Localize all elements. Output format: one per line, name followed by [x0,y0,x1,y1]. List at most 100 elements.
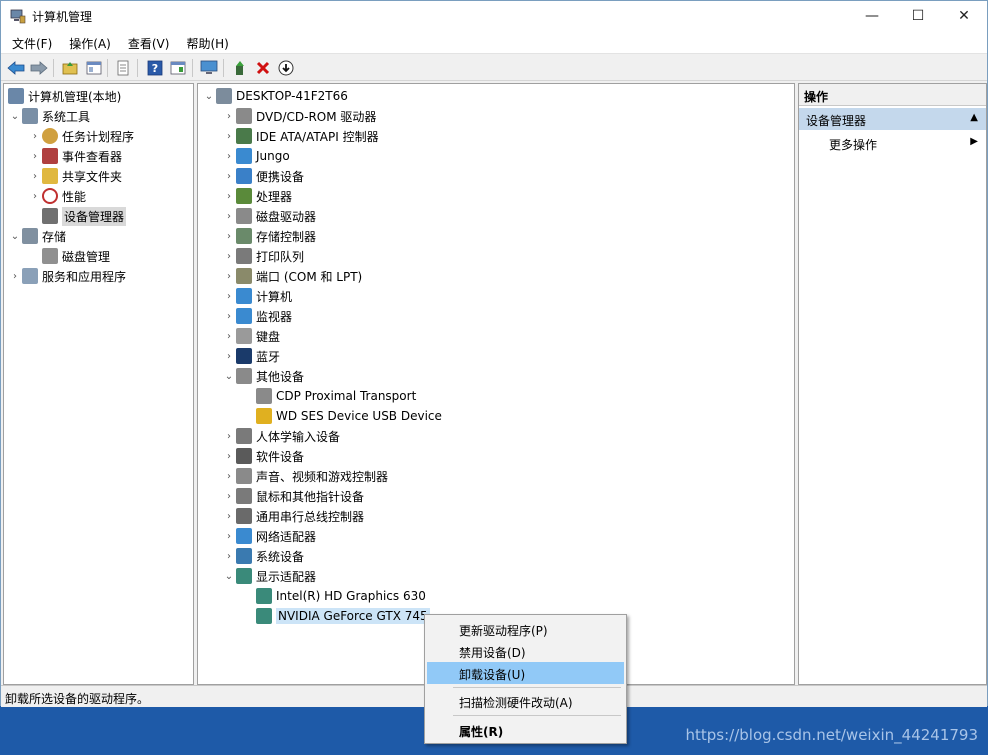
chevron-right-icon[interactable]: › [222,251,236,262]
up-folder-icon[interactable] [60,58,80,78]
device-tree-item[interactable]: Intel(R) HD Graphics 630 [242,586,426,606]
device-tree-item[interactable]: › 蓝牙 [222,346,280,366]
chevron-right-icon[interactable]: › [222,551,236,562]
chevron-right-icon[interactable]: › [222,191,236,202]
device-tree-item[interactable]: › 软件设备 [222,446,304,466]
menu-help[interactable]: 帮助(H) [175,31,234,53]
device-tree-item[interactable]: › 打印队列 [222,246,304,266]
title-bar[interactable]: 计算机管理 — ☐ ✕ [1,1,987,31]
scan-hardware-icon[interactable] [199,58,219,78]
device-tree-item[interactable]: WD SES Device USB Device [242,406,442,426]
actions-section-device-manager[interactable]: 设备管理器 ▲ [799,108,986,130]
device-tree-item-label: WD SES Device USB Device [276,409,442,423]
device-tree-item[interactable]: › Jungo [222,146,290,166]
chevron-right-icon[interactable]: › [222,211,236,222]
printer-icon [236,248,252,264]
device-tree-item[interactable]: ⌄ 显示适配器 [222,566,316,586]
enable-device-icon[interactable] [276,58,296,78]
device-tree-item[interactable]: › IDE ATA/ATAPI 控制器 [222,126,379,146]
context-disable-device[interactable]: 禁用设备(D) [427,640,624,662]
chevron-right-icon[interactable]: › [222,451,236,462]
collapse-up-icon[interactable]: ▲ [970,112,978,123]
device-tree-item[interactable]: ⌄ 其他设备 [222,366,304,386]
context-update-driver[interactable]: 更新驱动程序(P) [427,618,624,640]
more-actions-item[interactable]: 更多操作 ▶ [799,132,986,152]
tree-item-performance[interactable]: › 性能 [28,186,86,206]
device-tree-item[interactable]: › 磁盘驱动器 [222,206,316,226]
device-tree-item[interactable]: › 声音、视频和游戏控制器 [222,466,388,486]
chevron-right-icon[interactable]: › [222,431,236,442]
close-button[interactable]: ✕ [941,1,987,31]
speaker-icon [236,468,252,484]
device-tree-item[interactable]: › 通用串行总线控制器 [222,506,364,526]
device-tree-item[interactable]: NVIDIA GeForce GTX 745 [242,606,430,626]
chevron-right-icon[interactable]: › [8,271,22,282]
uninstall-x-icon[interactable] [253,58,273,78]
device-tree-item[interactable]: › 鼠标和其他指针设备 [222,486,364,506]
chevron-right-icon[interactable]: › [222,491,236,502]
help-icon[interactable]: ? [145,58,165,78]
properties-page-icon[interactable] [113,58,133,78]
action-pane-icon[interactable] [168,58,188,78]
chevron-right-icon[interactable]: › [222,511,236,522]
context-properties[interactable]: 属性(R) [427,719,624,741]
back-arrow-icon[interactable] [6,58,26,78]
device-tree-item[interactable]: ⌄ DESKTOP-41F2T66 [202,86,348,106]
device-tree-item[interactable]: › 人体学输入设备 [222,426,340,446]
device-tree-item[interactable]: › 计算机 [222,286,292,306]
chevron-right-icon[interactable]: › [222,331,236,342]
tree-item-device-manager[interactable]: 设备管理器 [28,206,127,226]
tree-item-disk-management[interactable]: 磁盘管理 [28,246,110,266]
tree-item-computer-management[interactable]: 计算机管理(本地) [8,86,121,106]
chevron-right-icon[interactable]: › [222,131,236,142]
chevron-right-icon[interactable]: › [222,231,236,242]
actions-header: 操作 [799,84,986,106]
chevron-down-icon[interactable]: ⌄ [8,111,22,122]
chevron-right-icon[interactable]: › [28,171,42,182]
chevron-right-icon[interactable]: › [222,151,236,162]
minimize-button[interactable]: — [849,1,895,31]
chevron-right-icon[interactable]: › [222,171,236,182]
tree-item-task-scheduler[interactable]: › 任务计划程序 [28,126,134,146]
update-driver-icon[interactable] [230,58,250,78]
device-tree-item[interactable]: › 键盘 [222,326,280,346]
chevron-right-icon[interactable]: › [222,111,236,122]
chevron-right-icon[interactable]: › [28,131,42,142]
chevron-down-icon[interactable]: ⌄ [222,571,236,582]
menu-file[interactable]: 文件(F) [1,31,58,53]
device-tree-item[interactable]: › DVD/CD-ROM 驱动器 [222,106,376,126]
chevron-right-icon[interactable]: › [222,311,236,322]
tree-item-shared-folders[interactable]: › 共享文件夹 [28,166,122,186]
tree-item-label: 计算机管理(本地) [28,89,122,104]
chevron-right-icon[interactable]: › [222,271,236,282]
device-tree-item[interactable]: › 便携设备 [222,166,304,186]
forward-arrow-icon[interactable] [29,58,49,78]
device-tree-item[interactable]: › 存储控制器 [222,226,316,246]
device-tree-item[interactable]: › 网络适配器 [222,526,316,546]
maximize-button[interactable]: ☐ [895,1,941,31]
chevron-down-icon[interactable]: ⌄ [202,91,216,102]
chevron-right-icon[interactable]: › [222,291,236,302]
tree-item-services-applications[interactable]: › 服务和应用程序 [8,266,126,286]
chevron-down-icon[interactable]: ⌄ [222,371,236,382]
chevron-right-icon[interactable]: › [222,471,236,482]
tree-item-storage[interactable]: ⌄ 存储 [8,226,66,246]
device-tree-item[interactable]: CDP Proximal Transport [242,386,416,406]
context-uninstall-device[interactable]: 卸载设备(U) [427,662,624,684]
chevron-right-icon[interactable]: › [28,191,42,202]
chevron-right-icon[interactable]: › [222,531,236,542]
device-tree-item-label: DVD/CD-ROM 驱动器 [256,109,377,124]
menu-view[interactable]: 查看(V) [117,31,176,53]
context-scan-hardware[interactable]: 扫描检测硬件改动(A) [427,690,624,712]
menu-action[interactable]: 操作(A) [58,31,117,53]
tree-item-system-tools[interactable]: ⌄ 系统工具 [8,106,90,126]
chevron-down-icon[interactable]: ⌄ [8,231,22,242]
device-tree-item[interactable]: › 系统设备 [222,546,304,566]
device-tree-item[interactable]: › 处理器 [222,186,292,206]
show-hide-tree-icon[interactable] [84,58,104,78]
tree-item-event-viewer[interactable]: › 事件查看器 [28,146,122,166]
device-tree-item[interactable]: › 端口 (COM 和 LPT) [222,266,362,286]
chevron-right-icon[interactable]: › [28,151,42,162]
device-tree-item[interactable]: › 监视器 [222,306,292,326]
chevron-right-icon[interactable]: › [222,351,236,362]
